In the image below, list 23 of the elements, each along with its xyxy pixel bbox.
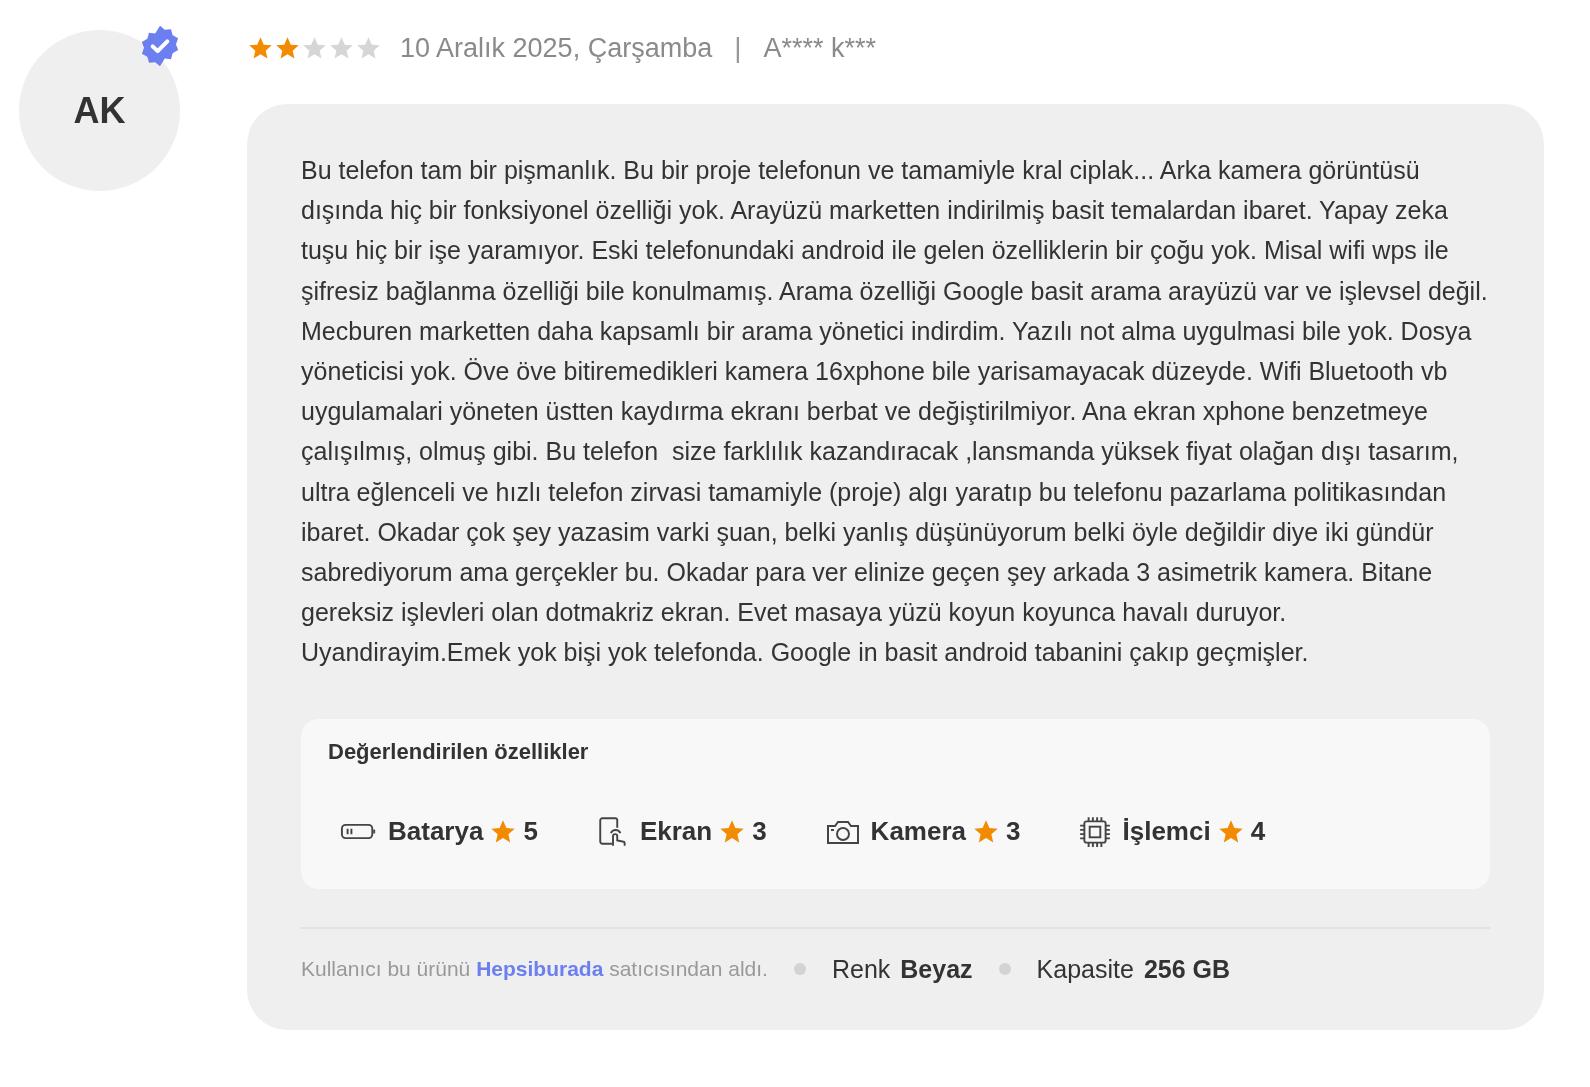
feature-label: İşlemci (1122, 816, 1211, 848)
bullet-dot (998, 963, 1011, 976)
feature-score: 4 (1250, 816, 1266, 848)
avatar-initials: AK (73, 89, 126, 132)
feature-label: Batarya (388, 816, 484, 848)
feature-label: Kamera (870, 816, 966, 848)
seller-link[interactable]: Hepsiburada (476, 957, 604, 981)
attribute-value: 256 GB (1143, 954, 1231, 984)
feature-score: 3 (1006, 816, 1021, 848)
attribute-value: Beyaz (900, 954, 973, 984)
separator: | (734, 32, 742, 64)
features-title: Değerlendirilen özellikler (328, 738, 590, 765)
feature-score: 5 (523, 816, 538, 848)
chip-icon (1078, 814, 1113, 849)
feature-label: Ekran (639, 816, 713, 848)
attribute-label: Kapasite (1036, 954, 1134, 984)
review-date: 10 Aralık 2025, Çarşamba (400, 32, 713, 64)
attribute-label: Renk (831, 954, 891, 984)
bullet-dot (793, 963, 806, 976)
seller-note: Kullanıcı bu ürünü Hepsiburada satıcısından aldı. (301, 957, 768, 982)
feature-score: 3 (752, 816, 767, 848)
author-name: A**** k*** (763, 32, 877, 64)
review-text: Bu telefon tam bir pişmanlık. Bu bir proje telefonun ve tamamiyle kral ciplak... Arka kamera görüntüsü dışında hiç bir fonksiyonel özelliği yok. Arayüzü marketten indirilmiş basit temalardan ibaret. Yapay zeka tuşu hiç bir işe yaramıyor. Eski telefonundaki android ile gelen özelliklerin bir çoğu yok. Misal wifi wps ile şifresiz bağlanma özelliği bile konulmamış. Arama özelliği Google basit arama arayüzü var ve işlevsel değil. Mecburen marketten daha kapsamlı bir arama yönetici indirdim. Yazılı not alma uygulmasi bile yok. Dosya yöneticisi yok. Öve öve bitiremedikleri kamera 16xphone bile yarisamayacak düzeyde. Wifi Bluetooth vb uygulamalari yöneten üstten kaydırma ekranı berbat ve değiştirilmiyor. Ana ekran xphone benzetmeye çalışılmış, olmuş gibi. Bu telefon size farklılık kazandıracak ,lansmanda yüksek fiyat olağan dışı tasarım, ultra eğlenceli ve hızlı telefon zirvasi tamamiyle (proje) algı yaratıp bu telefonu pazarlama politikasından ibaret. Okadar çok şey yazasim varki şuan, belki yanlış düşünüyorum belki öyle değildir diye iki gündür sabrediyorum ama gerçekler bu. Okadar para ver elinize geçen şey arkada 3 asimetrik kamera. Bitane gereksiz işlevleri olan dotmakriz ekran. Evet masaya yüzü koyun koyunca havalı duruyor. Uyandirayim.Emek yok bişi yok telefonda. Google in basit android tabanini çakıp geçmişler. (301, 155, 1489, 669)
